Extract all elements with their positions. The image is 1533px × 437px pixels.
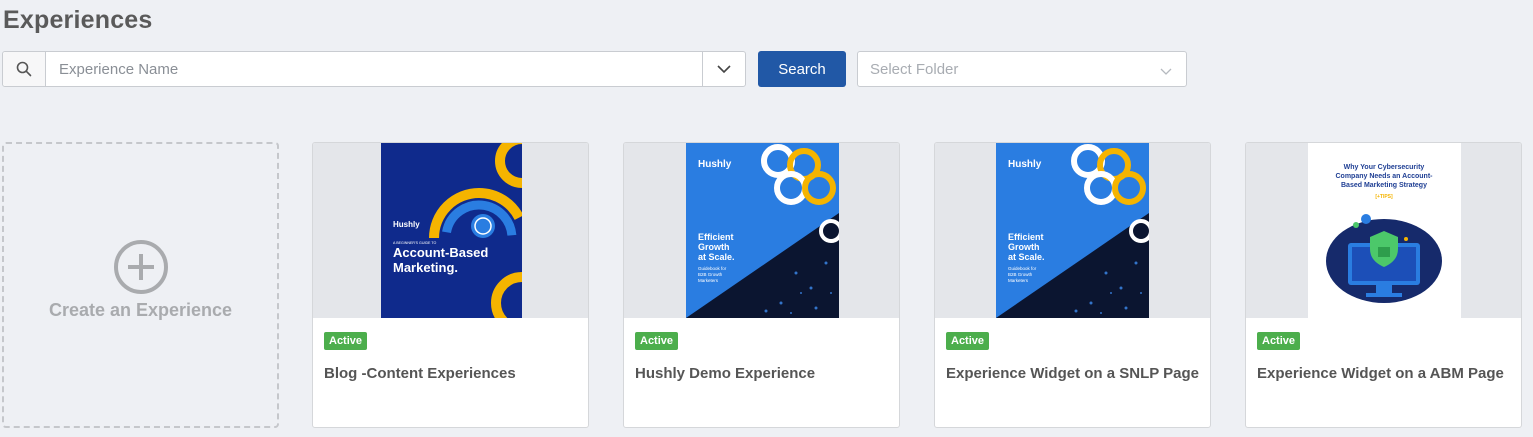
thumb-brand: Hushly — [1008, 159, 1042, 170]
select-folder-dropdown[interactable]: Select Folder — [857, 51, 1187, 87]
thumb-headline: Growth — [1008, 242, 1040, 252]
thumb-headline: Marketing. — [393, 260, 458, 275]
thumb-sub: Guidebook for — [698, 266, 727, 271]
thumb-headline: Efficient — [698, 232, 734, 242]
experience-thumbnail: Why Your Cybersecurity Company Needs an … — [1246, 143, 1521, 318]
experience-name: Experience Widget on a ABM Page — [1257, 365, 1504, 382]
thumb-sub: Marketers — [1008, 278, 1029, 283]
status-badge: Active — [1257, 332, 1301, 350]
experience-card[interactable]: Hushly A BEGINNER'S GUIDE TO Account-Bas… — [312, 142, 589, 428]
search-button[interactable]: Search — [758, 51, 846, 87]
folder-placeholder: Select Folder — [870, 61, 959, 78]
search-icon[interactable] — [3, 52, 46, 86]
experience-name-input[interactable] — [47, 52, 697, 86]
experience-thumbnail: Hushly Efficient Growth at Scale. Guideb… — [624, 143, 899, 318]
thumb-sub: B2B Growth — [1008, 272, 1033, 277]
plus-circle-icon — [113, 239, 169, 300]
experience-card[interactable]: Why Your Cybersecurity Company Needs an … — [1245, 142, 1522, 428]
thumb-headline: Efficient — [1008, 232, 1044, 242]
status-badge: Active — [946, 332, 990, 350]
page-title: Experiences — [3, 6, 153, 34]
thumb-sub: Guidebook for — [1008, 266, 1037, 271]
status-badge: Active — [324, 332, 368, 350]
experience-card[interactable]: Hushly Efficient Growth at Scale. Guideb… — [934, 142, 1211, 428]
create-experience-card[interactable]: Create an Experience — [2, 142, 279, 428]
experience-thumbnail: Hushly A BEGINNER'S GUIDE TO Account-Bas… — [313, 143, 588, 318]
thumb-headline: at Scale. — [698, 252, 735, 262]
create-experience-label: Create an Experience — [48, 300, 233, 320]
thumb-sub: Marketers — [698, 278, 719, 283]
thumb-tag: [+TIPS] — [1375, 194, 1393, 200]
thumb-headline: at Scale. — [1008, 252, 1045, 262]
experience-name: Experience Widget on a SNLP Page — [946, 365, 1199, 382]
experience-card[interactable]: Hushly Efficient Growth at Scale. Guideb… — [623, 142, 900, 428]
thumb-sub: B2B Growth — [698, 272, 723, 277]
experience-name: Hushly Demo Experience — [635, 365, 816, 382]
chevron-down-icon[interactable] — [702, 52, 745, 86]
thumb-headline: Why Your Cybersecurity — [1344, 164, 1425, 171]
experience-name: Blog -Content Experiences — [324, 365, 516, 382]
experience-thumbnail: Hushly Efficient Growth at Scale. Guideb… — [935, 143, 1210, 318]
search-bar — [2, 51, 746, 87]
thumb-headline: Growth — [698, 242, 730, 252]
thumb-headline: Account-Based — [393, 245, 488, 260]
thumb-brand: Hushly — [698, 159, 732, 170]
status-badge: Active — [635, 332, 679, 350]
thumb-headline: Company Needs an Account- — [1336, 173, 1434, 180]
chevron-down-icon — [1160, 63, 1172, 81]
thumb-headline: Based Marketing Strategy — [1341, 182, 1427, 189]
thumb-brand: Hushly — [393, 220, 420, 229]
